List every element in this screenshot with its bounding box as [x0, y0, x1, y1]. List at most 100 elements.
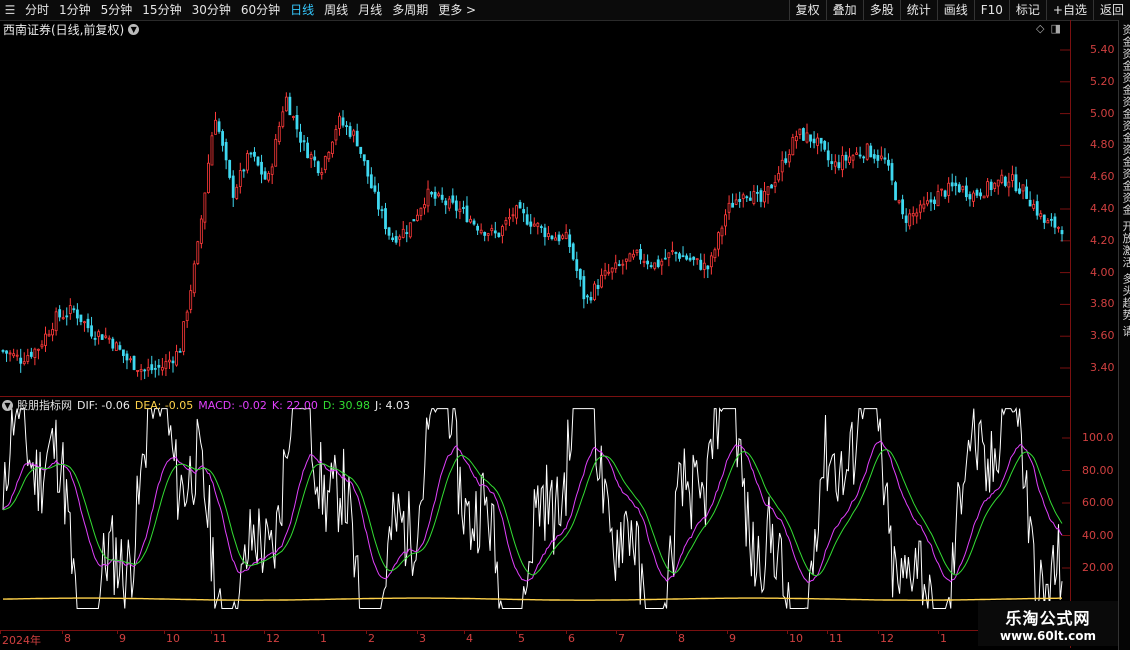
- candle-body: [281, 111, 285, 127]
- candle-body: [295, 114, 299, 130]
- candle-body: [490, 228, 494, 232]
- candle-body: [858, 154, 862, 157]
- candle-body: [979, 192, 982, 197]
- date-tick-mark: [417, 630, 418, 634]
- candle-body: [894, 182, 897, 201]
- candle-body: [90, 325, 93, 337]
- chevron-down-icon[interactable]: ▼: [2, 399, 13, 411]
- date-tick-mark: [264, 630, 265, 634]
- candle-body: [341, 117, 345, 126]
- toolbar-button[interactable]: 返回: [1092, 0, 1130, 20]
- candle-body: [525, 214, 529, 225]
- date-tick: 11: [829, 632, 843, 645]
- date-tick: 1: [320, 632, 327, 645]
- candle-body: [511, 214, 515, 217]
- candle-body: [1025, 186, 1028, 199]
- candle-body: [415, 214, 419, 221]
- candle-body: [678, 253, 681, 259]
- candle-body: [107, 337, 111, 340]
- candle-body: [975, 189, 979, 196]
- candle-body: [908, 213, 912, 227]
- date-tick-mark: [827, 630, 828, 634]
- candle-body: [571, 243, 575, 260]
- candle-body: [129, 358, 132, 361]
- watermark-url: www.60lt.com: [999, 629, 1097, 643]
- candle-body: [681, 255, 685, 258]
- candle-body: [933, 199, 936, 204]
- candle-body: [936, 191, 940, 207]
- candle-body: [607, 271, 611, 274]
- candle-body: [203, 192, 207, 223]
- candle-body: [309, 154, 313, 159]
- date-tick-mark: [366, 630, 367, 634]
- candle-body: [338, 115, 341, 129]
- candle-body: [292, 116, 295, 118]
- candle-body: [802, 128, 805, 141]
- candle-body: [593, 283, 596, 300]
- candle-body: [504, 220, 508, 225]
- d-value: D: 30.98: [322, 398, 371, 412]
- candle-body: [848, 156, 851, 164]
- candle-body: [904, 215, 908, 223]
- candle-body: [784, 158, 788, 163]
- candle-body: [125, 353, 129, 361]
- candle-body: [837, 162, 841, 169]
- candle-body: [330, 141, 334, 154]
- candle-body: [214, 119, 217, 135]
- candle-body: [741, 194, 745, 199]
- candle-body: [93, 338, 97, 340]
- candle-body: [709, 255, 713, 268]
- candle-body: [5, 350, 8, 354]
- candle-body: [642, 261, 646, 263]
- candle-body: [320, 172, 324, 175]
- candle-body: [111, 338, 115, 349]
- candle-body: [950, 182, 954, 187]
- candle-body: [83, 321, 86, 324]
- candle-body: [961, 186, 965, 191]
- candle-body: [844, 154, 848, 161]
- candle-body: [713, 249, 717, 259]
- candle-body: [8, 352, 12, 355]
- candle-body: [632, 253, 635, 258]
- candle-body: [175, 351, 178, 366]
- candle-body: [458, 208, 462, 213]
- candle-body: [972, 192, 975, 202]
- date-axis: [0, 630, 1070, 649]
- candle-body: [724, 214, 727, 227]
- candle-body: [954, 182, 958, 187]
- candle-body: [614, 262, 618, 270]
- candle-body: [996, 179, 1000, 187]
- candle-body: [238, 170, 242, 187]
- candle-body: [394, 236, 398, 243]
- candle-body: [65, 315, 69, 318]
- candle-body: [454, 200, 458, 211]
- candle-body: [766, 186, 770, 195]
- candle-body: [890, 163, 894, 181]
- candle-body: [412, 219, 416, 222]
- candle-body: [823, 141, 827, 150]
- candle-body: [603, 270, 607, 276]
- main-chart[interactable]: [0, 0, 1070, 650]
- candle-body: [86, 318, 90, 329]
- candle-body: [267, 173, 271, 181]
- price-tick: 4.20: [1090, 233, 1115, 247]
- candle-body: [380, 209, 384, 212]
- candle-body: [851, 155, 855, 161]
- watermark-title: 乐淘公式网: [1005, 609, 1091, 628]
- candle-body: [879, 155, 883, 159]
- candle-body: [207, 162, 210, 194]
- candle-body: [663, 257, 667, 260]
- candle-body: [706, 265, 710, 270]
- candle-body: [61, 317, 65, 320]
- candle-body: [982, 195, 986, 199]
- date-tick-mark: [938, 630, 939, 634]
- candle-body: [515, 205, 518, 219]
- candle-body: [391, 237, 394, 241]
- candle-body: [168, 359, 171, 363]
- candle-body: [561, 235, 565, 239]
- candle-body: [575, 259, 579, 271]
- candle-body: [256, 156, 260, 166]
- candle-body: [833, 161, 837, 167]
- candle-body: [929, 199, 933, 203]
- candle-body: [915, 212, 919, 217]
